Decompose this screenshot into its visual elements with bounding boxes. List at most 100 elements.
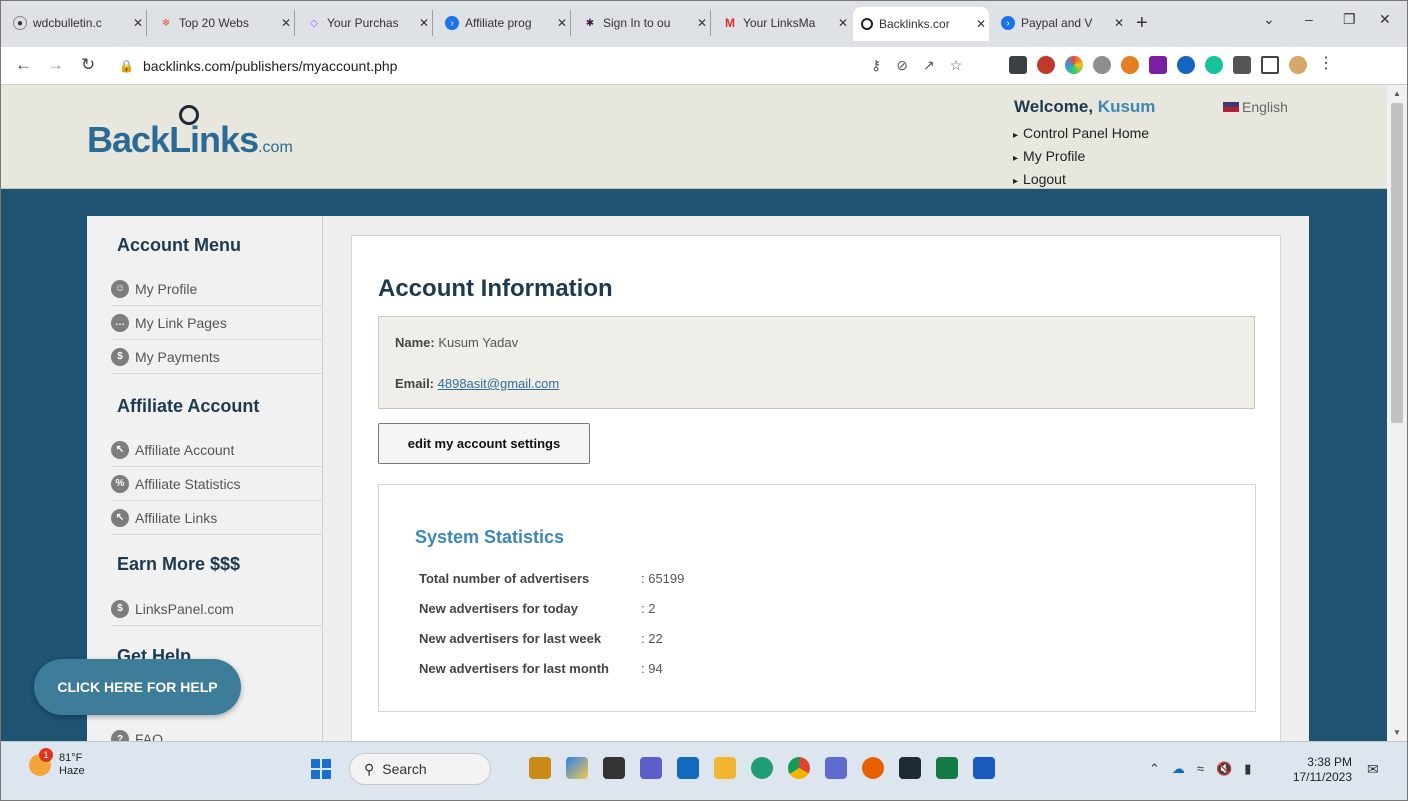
url-field[interactable]: 🔒 backlinks.com/publishers/myaccount.php	[119, 53, 959, 79]
share-icon[interactable]: ↗	[923, 57, 935, 74]
chevron-up-icon[interactable]: ⌃	[1149, 761, 1160, 777]
eye-off-icon[interactable]: ⊘	[896, 57, 908, 74]
weather-widget[interactable]: 1 81°F Haze	[29, 748, 85, 778]
stat-label: New advertisers for last week	[419, 631, 602, 646]
taskbar-search[interactable]: ⚲ Search	[349, 753, 491, 785]
star-icon[interactable]: ☆	[950, 57, 963, 74]
close-icon[interactable]: ✕	[278, 16, 294, 30]
close-icon[interactable]: ✕	[973, 17, 989, 31]
name-row: Name: Kusum Yadav	[395, 335, 518, 350]
file-explorer-icon[interactable]	[714, 757, 736, 779]
dots-icon: …	[111, 313, 129, 332]
minimize-icon[interactable]: –	[1305, 11, 1313, 27]
edge-icon[interactable]	[751, 757, 773, 779]
extension-calendar-icon[interactable]	[1009, 56, 1027, 74]
tab-top20[interactable]: ❄ Top 20 Webs ✕	[151, 10, 295, 36]
firefox-icon[interactable]	[862, 757, 884, 779]
content-panel: Account Information Name: Kusum Yadav Em…	[351, 235, 1281, 741]
windows-start-icon[interactable]	[311, 759, 331, 779]
click-here-for-help-button[interactable]: CLICK HERE FOR HELP	[34, 659, 241, 715]
section-account-menu: Account Menu	[117, 235, 241, 255]
chrome-icon[interactable]	[788, 757, 810, 779]
word-icon[interactable]	[973, 757, 995, 779]
sidepanel-icon[interactable]	[1261, 56, 1279, 74]
language-selector[interactable]: English	[1223, 99, 1288, 115]
logo-links: Links	[169, 119, 259, 160]
close-icon[interactable]: ✕	[416, 16, 432, 30]
extension-color-icon[interactable]	[1065, 56, 1083, 74]
puzzle-icon[interactable]	[1233, 56, 1251, 74]
sidebar-item-faq[interactable]: ? FAQ	[111, 722, 323, 741]
new-tab-button[interactable]: +	[1136, 13, 1148, 33]
us-flag-icon	[1223, 102, 1239, 112]
backlinks-logo[interactable]: BackLinks.com	[87, 105, 293, 161]
stat-label: New advertisers for today	[419, 601, 578, 616]
outlook-icon[interactable]	[677, 757, 699, 779]
copilot-icon[interactable]	[566, 757, 588, 779]
teams-icon[interactable]	[640, 757, 662, 779]
gmail-icon: M	[725, 16, 735, 30]
sidebar-item-affiliate-links[interactable]: ↖ Affiliate Links	[111, 501, 323, 535]
scroll-up-icon[interactable]: ▲	[1393, 89, 1401, 98]
extension-play-icon[interactable]	[1177, 56, 1195, 74]
extension-grammarly-icon[interactable]	[1205, 56, 1223, 74]
email-link[interactable]: 4898asit@gmail.com	[438, 376, 560, 391]
extension-k-icon[interactable]	[1037, 56, 1055, 74]
sidebar-item-my-link-pages[interactable]: … My Link Pages	[111, 306, 323, 340]
sidebar-item-my-profile[interactable]: ☺ My Profile	[111, 272, 323, 306]
page-scrollbar[interactable]: ▲ ▼	[1387, 85, 1407, 741]
close-icon[interactable]: ✕	[130, 16, 146, 30]
tab-sign-in[interactable]: ✱ Sign In to ou ✕	[575, 10, 711, 36]
tab-backlinks-active[interactable]: Backlinks.cor ✕	[853, 7, 989, 41]
close-icon[interactable]: ✕	[1111, 16, 1127, 30]
battery-icon[interactable]: ▮	[1244, 761, 1251, 777]
excel-icon[interactable]	[936, 757, 958, 779]
avatar[interactable]	[1289, 56, 1307, 74]
extension-shield-icon[interactable]	[1093, 56, 1111, 74]
close-icon[interactable]: ✕	[554, 16, 570, 30]
restore-icon[interactable]: ❐	[1343, 11, 1356, 28]
tab-linksmanagement[interactable]: M Your LinksMa ✕	[715, 10, 851, 36]
stats-title: System Statistics	[415, 527, 565, 547]
key-icon[interactable]: ⚷	[871, 57, 881, 74]
sidebar-item-affiliate-account[interactable]: ↖ Affiliate Account	[111, 433, 323, 467]
tab-affiliate-program[interactable]: › Affiliate prog ✕	[437, 10, 571, 36]
extension-s-icon[interactable]	[1121, 56, 1139, 74]
tab-purchase[interactable]: ◇ Your Purchas ✕	[299, 10, 433, 36]
chrome-g-icon: ›	[1001, 16, 1015, 30]
volume-muted-icon[interactable]: 🔇	[1216, 761, 1232, 777]
notification-icon[interactable]: ✉	[1367, 761, 1379, 778]
sidebar-item-affiliate-statistics[interactable]: % Affiliate Statistics	[111, 467, 323, 501]
slack-icon: ✱	[585, 17, 595, 29]
welcome-prefix: Welcome,	[1014, 97, 1094, 116]
close-window-icon[interactable]: ✕	[1379, 11, 1391, 28]
cursor-icon: ↖	[111, 440, 129, 459]
edit-account-settings-button[interactable]: edit my account settings	[378, 423, 590, 464]
name-label: Name:	[395, 335, 435, 350]
app-dark-icon[interactable]	[899, 757, 921, 779]
sidebar-item-my-payments[interactable]: $ My Payments	[111, 340, 323, 374]
scroll-down-icon[interactable]: ▼	[1393, 728, 1401, 737]
media-player-icon[interactable]	[825, 757, 847, 779]
my-profile-link[interactable]: My Profile	[1013, 146, 1149, 169]
sidebar-item-linkspanel[interactable]: $ LinksPanel.com	[111, 592, 323, 626]
logout-link[interactable]: Logout	[1013, 169, 1149, 192]
tab-search-icon[interactable]: ⌄	[1263, 11, 1275, 28]
clock[interactable]: 3:38 PM 17/11/2023	[1292, 755, 1352, 785]
reload-icon[interactable]: ↻	[81, 55, 95, 75]
back-arrow-icon[interactable]: ←	[15, 55, 32, 75]
tab-wdcbulletin[interactable]: ● wdcbulletin.c ✕	[5, 10, 147, 36]
scrollbar-thumb[interactable]	[1391, 103, 1403, 423]
tab-paypal[interactable]: › Paypal and V ✕	[993, 10, 1127, 36]
onedrive-icon[interactable]: ☁	[1172, 761, 1185, 777]
control-panel-home-link[interactable]: Control Panel Home	[1013, 123, 1149, 146]
menu-dots-icon[interactable]: ⋮	[1317, 56, 1335, 74]
wifi-icon[interactable]: ≈	[1197, 761, 1204, 777]
forward-arrow-icon[interactable]: →	[47, 55, 64, 75]
close-icon[interactable]: ✕	[835, 16, 851, 30]
briefcase-icon[interactable]	[529, 757, 551, 779]
stat-label: Total number of advertisers	[419, 571, 590, 586]
close-icon[interactable]: ✕	[694, 16, 710, 30]
extension-box-icon[interactable]	[1149, 56, 1167, 74]
task-view-icon[interactable]	[603, 757, 625, 779]
